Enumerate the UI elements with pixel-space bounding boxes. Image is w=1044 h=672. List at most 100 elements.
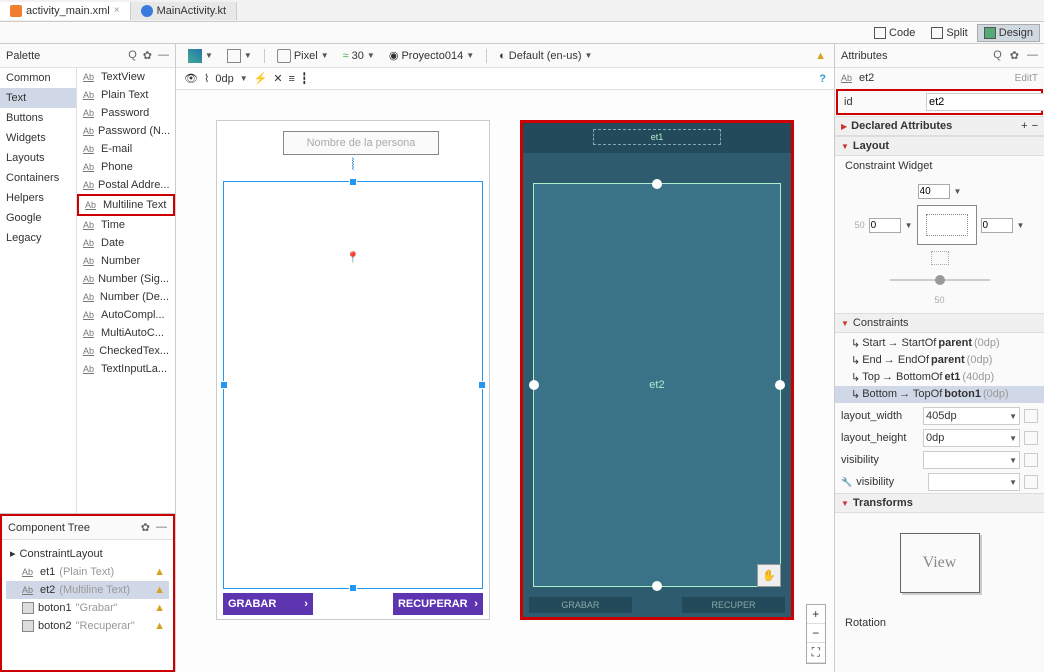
view-split-button[interactable]: Split	[924, 24, 974, 42]
align-icon[interactable]: ≡	[289, 73, 295, 85]
binding-icon[interactable]	[1024, 453, 1038, 467]
palette-item[interactable]: AbTextInputLa...	[77, 360, 175, 378]
collapse-icon[interactable]: —	[158, 49, 169, 62]
palette-item[interactable]: AbPassword	[77, 104, 175, 122]
warning-icon[interactable]: ▲	[815, 50, 826, 62]
eye-icon[interactable]: 👁	[184, 72, 198, 85]
resize-handle[interactable]	[775, 380, 785, 390]
cat-buttons[interactable]: Buttons	[0, 108, 76, 128]
tree-item-et1[interactable]: Ab et1 (Plain Text) ▲	[6, 563, 169, 581]
zoom-fit-button[interactable]: ⛶	[807, 643, 825, 663]
palette-item[interactable]: AbAutoCompl...	[77, 306, 175, 324]
bp-et2[interactable]: et2	[533, 183, 781, 587]
recuperar-button[interactable]: RECUPERAR›	[393, 593, 483, 615]
section-declared[interactable]: ▶ Declared Attributes + −	[835, 116, 1044, 136]
device-select[interactable]: Pixel▼	[273, 47, 333, 65]
surface-button[interactable]: ▼	[184, 47, 217, 65]
design-canvas[interactable]: Nombre de la persona ⦚ GRABAR› RECUPERAR…	[176, 90, 834, 672]
cat-containers[interactable]: Containers	[0, 168, 76, 188]
design-preview[interactable]: Nombre de la persona ⦚ GRABAR› RECUPERAR…	[216, 120, 490, 620]
cw-box[interactable]	[917, 205, 977, 245]
cw-bottom-dotted[interactable]	[931, 251, 949, 265]
resize-handle[interactable]	[478, 381, 486, 389]
cat-helpers[interactable]: Helpers	[0, 188, 76, 208]
palette-item[interactable]: AbTime	[77, 216, 175, 234]
locale-select[interactable]: ◐Default (en-us)▼	[495, 48, 596, 64]
help-icon[interactable]: ?	[819, 73, 826, 85]
palette-item[interactable]: AbPostal Addre...	[77, 176, 175, 194]
palette-item[interactable]: AbDate	[77, 234, 175, 252]
resize-handle[interactable]	[349, 178, 357, 186]
palette-item[interactable]: AbNumber	[77, 252, 175, 270]
constraint-top[interactable]: ↳Top→ BottomOf et1 (40dp)	[835, 369, 1044, 386]
tab-main-activity[interactable]: MainActivity.kt	[131, 2, 237, 20]
api-select[interactable]: ≈30▼	[339, 48, 379, 64]
cat-layouts[interactable]: Layouts	[0, 148, 76, 168]
theme-select[interactable]: ◉Proyecto014▼	[385, 47, 478, 64]
section-layout[interactable]: ▼ Layout	[835, 136, 1044, 156]
collapse-icon[interactable]: —	[156, 521, 167, 534]
tree-item-boton1[interactable]: boton1 "Grabar" ▲	[6, 599, 169, 617]
bias-slider[interactable]	[890, 279, 990, 281]
tools-visibility-select[interactable]: ▼	[928, 473, 1020, 491]
resize-handle[interactable]	[529, 380, 539, 390]
constraint-end[interactable]: ↳End→ EndOf parent (0dp)	[835, 352, 1044, 369]
cw-left-input[interactable]	[869, 218, 901, 233]
palette-item[interactable]: AbMultiAutoC...	[77, 324, 175, 342]
zoom-out-button[interactable]: −	[807, 624, 825, 643]
cat-legacy[interactable]: Legacy	[0, 228, 76, 248]
margin-input[interactable]: 0dp	[215, 73, 233, 85]
palette-item[interactable]: AbPassword (N...	[77, 122, 175, 140]
search-icon[interactable]: Q	[128, 49, 137, 62]
section-transforms[interactable]: ▼ Transforms	[835, 493, 1044, 513]
blueprint-preview[interactable]: et1 et2 GRABAR RECUPER ✋	[520, 120, 794, 620]
tree-item-boton2[interactable]: boton2 "Recuperar" ▲	[6, 617, 169, 635]
tree-root[interactable]: ▸ ConstraintLayout	[6, 544, 169, 563]
pan-icon[interactable]: ✋	[757, 564, 781, 587]
palette-item[interactable]: AbPhone	[77, 158, 175, 176]
constraint-bottom[interactable]: ↳Bottom→ TopOf boton1 (0dp)	[835, 386, 1044, 403]
wand-icon[interactable]: ⚡	[254, 72, 268, 85]
guideline-icon[interactable]: ┇	[301, 72, 308, 85]
cat-common[interactable]: Common	[0, 68, 76, 88]
orientation-button[interactable]: ▼	[223, 47, 256, 65]
resize-handle[interactable]	[220, 381, 228, 389]
add-icon[interactable]: +	[1021, 120, 1027, 132]
cw-top-input[interactable]	[918, 184, 950, 199]
visibility-select[interactable]: ▼	[923, 451, 1020, 469]
search-icon[interactable]: Q	[993, 49, 1002, 62]
constraint-start[interactable]: ↳Start→ StartOf parent (0dp)	[835, 335, 1044, 352]
view-code-button[interactable]: Code	[867, 24, 922, 42]
et2-preview[interactable]	[223, 181, 483, 589]
binding-icon[interactable]	[1024, 475, 1038, 489]
palette-item[interactable]: AbPlain Text	[77, 86, 175, 104]
resize-handle[interactable]	[652, 581, 662, 591]
section-constraints[interactable]: ▼ Constraints	[835, 313, 1044, 333]
resize-handle[interactable]	[652, 179, 662, 189]
gear-icon[interactable]: ✿	[1010, 49, 1019, 62]
grabar-button[interactable]: GRABAR›	[223, 593, 313, 615]
palette-item[interactable]: AbTextView	[77, 68, 175, 86]
resize-handle[interactable]	[349, 584, 357, 592]
collapse-icon[interactable]: —	[1027, 49, 1038, 62]
view-design-button[interactable]: Design	[977, 24, 1040, 42]
palette-item[interactable]: AbE-mail	[77, 140, 175, 158]
id-input[interactable]	[926, 93, 1044, 111]
cat-text[interactable]: Text	[0, 88, 76, 108]
bp-recuperar-button[interactable]: RECUPER	[682, 597, 785, 613]
gear-icon[interactable]: ✿	[141, 521, 150, 534]
binding-icon[interactable]	[1024, 431, 1038, 445]
close-icon[interactable]: ×	[114, 5, 120, 16]
cat-google[interactable]: Google	[0, 208, 76, 228]
tab-activity-main[interactable]: activity_main.xml ×	[0, 2, 131, 20]
cat-widgets[interactable]: Widgets	[0, 128, 76, 148]
layout-width-select[interactable]: 405dp▼	[923, 407, 1020, 425]
palette-item[interactable]: AbCheckedTex...	[77, 342, 175, 360]
palette-item[interactable]: AbNumber (Sig...	[77, 270, 175, 288]
layout-height-select[interactable]: 0dp▼	[923, 429, 1020, 447]
magnet-icon[interactable]: ⌇	[204, 72, 209, 85]
constraint-widget[interactable]: ▼ 50 ▼ ▼ 50	[835, 176, 1044, 313]
et1-preview[interactable]: Nombre de la persona	[283, 131, 439, 155]
cw-right-input[interactable]	[981, 218, 1013, 233]
palette-item-multiline[interactable]: AbMultiline Text	[77, 194, 175, 216]
